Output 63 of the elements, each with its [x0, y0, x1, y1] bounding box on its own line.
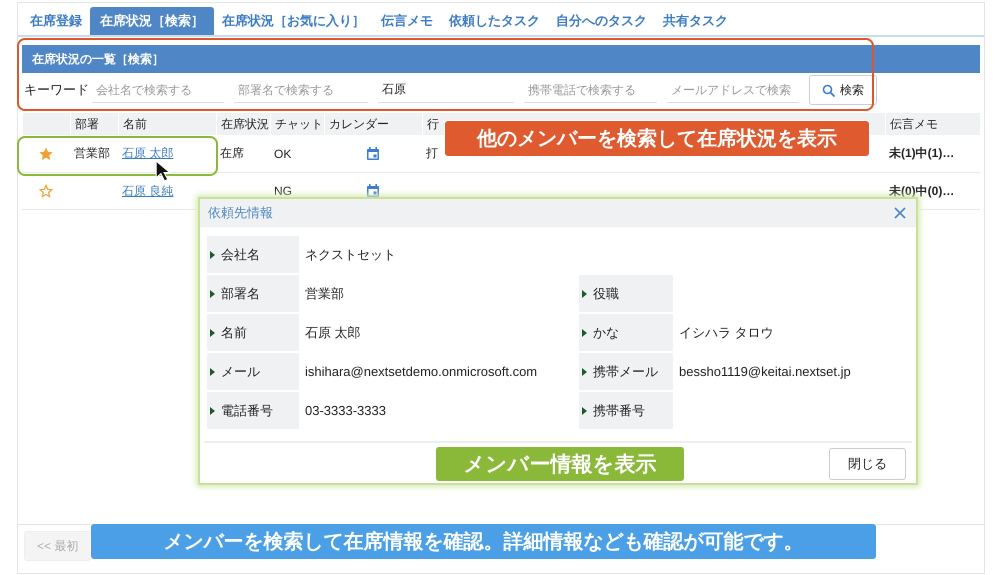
column-header: チャット [270, 113, 324, 135]
field-label: 携帯メール [593, 362, 658, 380]
table-cell: 営業部 [74, 145, 110, 162]
field-value: 03-3333-3333 [305, 403, 386, 418]
tab[interactable]: 自分へのタスク [548, 7, 655, 35]
keyword-label: キーワード [23, 81, 90, 99]
field-label: 携帯番号 [593, 402, 645, 420]
table-cell: OK [274, 146, 292, 160]
member-name-link[interactable]: 石原 太郎 [122, 145, 174, 162]
callout-label: 他のメンバーを検索して在席状況を表示 [444, 120, 870, 157]
dialog-title: 依頼先情報 [208, 204, 273, 222]
field-label: メール [221, 362, 260, 380]
column-header: カレンダー [324, 113, 422, 135]
field-label: 役職 [593, 284, 619, 302]
bullet-triangle-icon [210, 328, 215, 336]
tab[interactable]: 在席登録 [22, 7, 90, 35]
bullet-triangle-icon [582, 368, 587, 376]
bullet-triangle-icon [210, 406, 215, 414]
search-icon [822, 84, 835, 96]
column-header: 在席状況 [216, 113, 270, 135]
close-icon [894, 207, 906, 219]
close-button[interactable] [892, 205, 908, 221]
column-header: 部署 [70, 113, 118, 135]
field-label: 会社名 [221, 246, 260, 264]
table-cell: 打 [426, 145, 438, 162]
bullet-triangle-icon [210, 368, 215, 376]
member-name-link[interactable]: 石原 良純 [122, 182, 174, 200]
table-cell: 未(1)中(1)… [889, 145, 954, 162]
star-filled-icon[interactable] [39, 146, 53, 160]
tab[interactable]: 在席状況［お気に入り］ [214, 7, 373, 35]
bullet-triangle-icon [582, 406, 587, 414]
star-outline-icon[interactable] [39, 184, 53, 198]
header-cell [22, 113, 70, 135]
calendar-icon[interactable] [366, 184, 380, 198]
search-button[interactable]: 検索 [809, 75, 877, 105]
column-header: 名前 [118, 113, 216, 135]
bullet-triangle-icon [582, 290, 587, 298]
tab[interactable]: 在席状況［検索］ [90, 7, 214, 35]
panel-header: 在席状況の一覧［検索］ [22, 45, 980, 73]
tab[interactable]: 共有タスク [655, 7, 736, 35]
field-label: 電話番号 [221, 402, 273, 420]
table-cell: 在席 [220, 145, 244, 162]
table-cell: 未(0)中(0)… [889, 182, 954, 200]
calendar-icon[interactable] [366, 146, 380, 160]
tab[interactable]: 依頼したタスク [441, 7, 548, 35]
field-value: ネクストセット [305, 246, 396, 264]
column-header: 伝言メモ [885, 113, 980, 135]
bullet-triangle-icon [210, 290, 215, 298]
field-label: 名前 [221, 324, 247, 342]
bullet-triangle-icon [210, 250, 215, 258]
table-cell: NG [274, 184, 292, 198]
callout-label: メンバーを検索して在席情報を確認。詳細情報なども確認が可能です。 [90, 523, 877, 560]
field-value: 営業部 [305, 284, 344, 302]
field-value: bessho1119@keitai.nextset.jp [679, 364, 851, 379]
field-label: かな [593, 324, 619, 342]
field-value: イシハラ タロウ [679, 324, 774, 342]
field-value: ishihara@nextsetdemo.onmicrosoft.com [305, 364, 538, 379]
close-dialog-button[interactable]: 閉じる [829, 448, 906, 480]
tab[interactable]: 伝言メモ [373, 7, 441, 35]
callout-label: メンバー情報を表示 [435, 446, 685, 482]
field-value: 石原 太郎 [305, 324, 361, 342]
field-label: 部署名 [221, 284, 260, 302]
bullet-triangle-icon [582, 328, 587, 336]
